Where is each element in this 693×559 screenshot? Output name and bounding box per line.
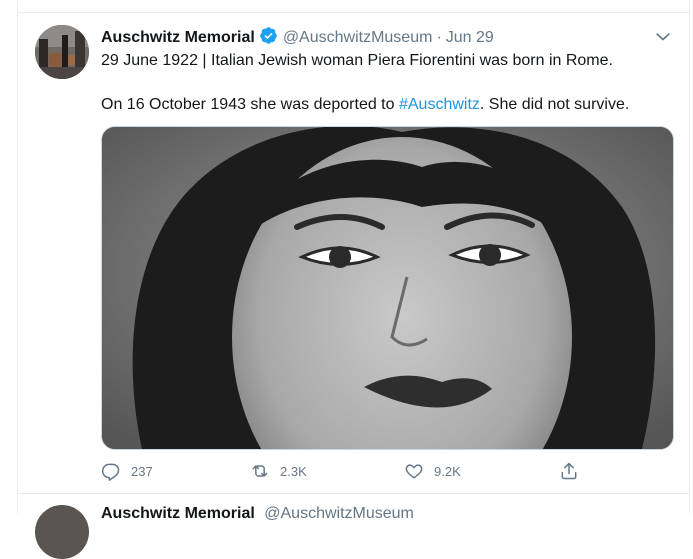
heart-icon	[405, 464, 423, 479]
next-tweet-avatar[interactable]	[35, 505, 89, 559]
reply-button[interactable]: 237	[101, 458, 153, 484]
retweet-button[interactable]: 2.3K	[250, 458, 307, 484]
next-tweet-author-handle[interactable]: @AuschwitzMuseum	[264, 505, 414, 522]
share-button[interactable]	[559, 458, 589, 484]
like-count: 9.2K	[434, 463, 461, 479]
reply-count: 237	[131, 463, 153, 479]
tweet-actions: 237 2.3K 9.2K	[101, 458, 581, 484]
timeline-right-border	[689, 0, 690, 513]
share-icon	[561, 462, 577, 480]
tweet-date[interactable]: Jun 29	[446, 29, 494, 46]
chevron-down-icon[interactable]	[653, 27, 673, 47]
header-separator: ·	[436, 29, 442, 46]
tweet-text-after-hashtag: . She did not survive.	[479, 96, 630, 113]
next-tweet-author-name[interactable]: Auschwitz Memorial	[101, 505, 255, 522]
author-handle[interactable]: @AuschwitzMuseum	[283, 29, 433, 46]
tweet-header: Auschwitz Memorial @AuschwitzMuseum · Jun 2…	[101, 26, 661, 48]
retweet-count: 2.3K	[280, 463, 307, 479]
next-tweet-header: Auschwitz Memorial @AuschwitzMuseum	[101, 503, 414, 525]
tweet-photo[interactable]	[101, 126, 674, 450]
like-button[interactable]: 9.2K	[404, 458, 461, 484]
tweet-text-before-hashtag: On 16 October 1943 she was deported to	[101, 96, 399, 113]
tweet-text-line-2: On 16 October 1943 she was deported to #…	[101, 94, 681, 116]
author-avatar[interactable]	[35, 25, 89, 79]
tweet-divider	[17, 493, 690, 494]
tweet-card[interactable]: Auschwitz Memorial @AuschwitzMuseum · Jun 2…	[18, 13, 689, 493]
hashtag-link[interactable]: #Auschwitz	[399, 96, 480, 113]
tweet-text-line-1: 29 June 1922 | Italian Jewish woman Pier…	[101, 52, 613, 69]
author-name[interactable]: Auschwitz Memorial	[101, 29, 255, 46]
verified-badge-icon	[259, 26, 278, 45]
reply-icon	[101, 463, 120, 481]
retweet-icon	[252, 465, 268, 477]
